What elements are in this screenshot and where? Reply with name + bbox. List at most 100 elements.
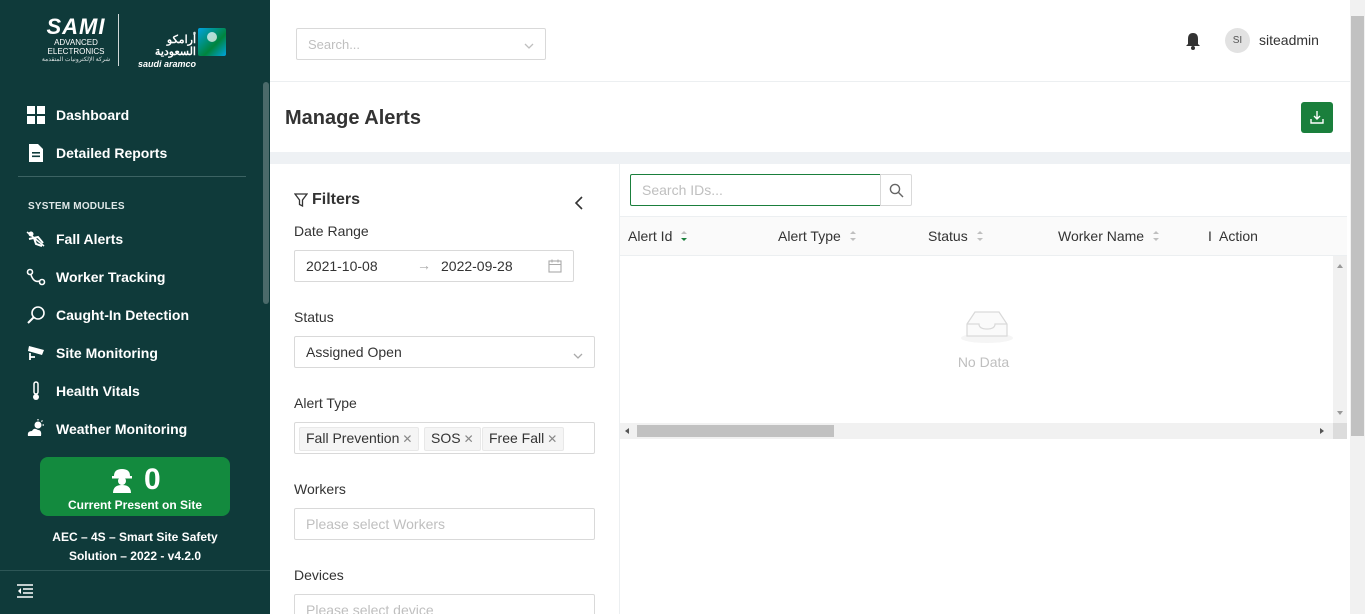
nav-detailed-reports-label: Detailed Reports <box>56 145 168 161</box>
sort-icon <box>849 229 857 243</box>
page-scrollbar-thumb[interactable] <box>1351 16 1364 436</box>
status-label: Status <box>294 309 334 325</box>
scrollbar-thumb[interactable] <box>637 425 834 437</box>
sami-logo: SAMI ADVANCED ELECTRONICS شركة الإلكترون… <box>40 16 112 66</box>
status-select[interactable]: Assigned Open <box>294 336 595 368</box>
username[interactable]: siteadmin <box>1259 32 1319 48</box>
column-label: Alert Id <box>628 228 673 244</box>
alert-type-tag-label: Free Fall <box>489 430 545 446</box>
system-modules-heading: SYSTEM MODULES <box>28 201 125 212</box>
aramco-logo-text: أرامكو السعودية saudi aramco <box>124 34 196 70</box>
present-count: 0 <box>144 463 161 496</box>
column-truncated[interactable]: I <box>1208 228 1212 244</box>
close-icon[interactable]: ✕ <box>547 432 557 446</box>
id-search-input[interactable]: Search IDs... <box>630 174 881 206</box>
nav-health-vitals[interactable]: Health Vitals <box>26 379 140 403</box>
logo-divider <box>118 14 119 66</box>
sidebar-footer <box>0 570 270 614</box>
nav-dashboard-label: Dashboard <box>56 107 130 123</box>
sami-logo-sub1: ADVANCED <box>54 38 98 47</box>
id-search-button[interactable] <box>880 174 912 206</box>
aramco-emblem-icon <box>198 28 226 56</box>
present-label: Current Present on Site <box>67 498 203 512</box>
version-line1: AEC – 4S – Smart Site Safety <box>52 530 218 544</box>
search-icon <box>889 183 904 198</box>
sort-icon <box>680 229 688 243</box>
column-worker-name[interactable]: Worker Name <box>1058 228 1160 244</box>
date-range-picker[interactable]: 2021-10-08 → 2022-09-28 <box>294 250 574 282</box>
page-header: Manage Alerts <box>270 83 1350 152</box>
section-separator <box>270 152 1350 164</box>
sami-logo-text: SAMI <box>46 14 106 39</box>
table-vertical-scrollbar[interactable] <box>1333 256 1347 423</box>
thermometer-icon <box>26 381 46 401</box>
global-search-select[interactable]: Search... <box>296 28 546 60</box>
nav-fall-alerts[interactable]: Fall Alerts <box>26 227 123 251</box>
nav-dashboard[interactable]: Dashboard <box>26 103 129 127</box>
top-header: Search... SI siteadmin <box>270 0 1350 82</box>
column-label: Action <box>1219 228 1258 244</box>
status-value: Assigned Open <box>306 344 402 360</box>
sidebar-scrollbar[interactable] <box>263 82 269 304</box>
sort-icon <box>1152 229 1160 243</box>
workers-placeholder: Please select Workers <box>306 516 446 532</box>
alert-type-tag-label: Fall Prevention <box>306 430 400 446</box>
alert-type-tag-label: SOS <box>431 430 461 446</box>
close-icon[interactable]: ✕ <box>464 432 474 446</box>
column-label: Status <box>928 228 968 244</box>
empty-inbox-icon <box>959 304 1015 344</box>
global-search-placeholder: Search... <box>308 37 361 52</box>
calendar-icon <box>548 259 562 273</box>
aramco-arabic: أرامكو السعودية <box>154 34 196 58</box>
page-title: Manage Alerts <box>285 107 421 129</box>
alert-type-multiselect[interactable]: Fall Prevention ✕ SOS ✕ Free Fall ✕ <box>294 422 595 454</box>
menu-collapse-icon[interactable] <box>16 583 34 599</box>
date-to-value[interactable]: 2022-09-28 <box>441 258 513 274</box>
close-icon[interactable]: ✕ <box>402 432 412 446</box>
filters-title-text: Filters <box>312 191 361 208</box>
alert-type-tag: SOS ✕ <box>424 427 481 451</box>
worker-helmet-icon <box>110 467 134 493</box>
nav-caught-in-detection[interactable]: Caught-In Detection <box>26 303 189 327</box>
aramco-english: saudi aramco <box>137 59 196 69</box>
sort-icon <box>976 229 984 243</box>
column-alert-id[interactable]: Alert Id <box>628 228 688 244</box>
filters-title: Filters <box>294 191 360 209</box>
column-label: I <box>1208 228 1212 244</box>
filters-panel: Filters Date Range 2021-10-08 → 2022-09-… <box>270 164 620 614</box>
page-scrollbar[interactable] <box>1350 0 1365 614</box>
column-label: Worker Name <box>1058 228 1145 244</box>
nav-worker-tracking[interactable]: Worker Tracking <box>26 265 165 289</box>
date-from-value[interactable]: 2021-10-08 <box>306 258 378 274</box>
download-button[interactable] <box>1301 102 1333 133</box>
devices-label: Devices <box>294 567 344 583</box>
alert-type-label: Alert Type <box>294 395 357 411</box>
cctv-camera-icon <box>26 343 46 363</box>
chevron-down-icon <box>573 348 583 359</box>
nav-site-monitoring[interactable]: Site Monitoring <box>26 341 158 365</box>
nav-caught-in-detection-label: Caught-In Detection <box>56 307 189 323</box>
nav-health-vitals-label: Health Vitals <box>56 383 140 399</box>
alert-type-tag: Fall Prevention ✕ <box>299 427 420 451</box>
devices-select[interactable]: Please select device <box>294 594 595 614</box>
nav-detailed-reports[interactable]: Detailed Reports <box>26 141 167 165</box>
sami-logo-arabic: شركة الإلكترونيات المتقدمة <box>41 57 111 63</box>
collapse-filters-chevron-left-icon[interactable] <box>572 195 586 211</box>
workers-select[interactable]: Please select Workers <box>294 508 595 540</box>
column-alert-type[interactable]: Alert Type <box>778 228 857 244</box>
weather-icon <box>26 419 46 439</box>
avatar[interactable]: SI <box>1225 28 1250 53</box>
nav-weather-monitoring[interactable]: Weather Monitoring <box>26 417 187 441</box>
table-header: Alert Id Alert Type Status Worker Name I… <box>620 216 1347 256</box>
notification-bell-icon[interactable] <box>1184 31 1202 51</box>
sidebar: SAMI ADVANCED ELECTRONICS شركة الإلكترون… <box>0 0 270 614</box>
column-status[interactable]: Status <box>928 228 984 244</box>
table-horizontal-scrollbar[interactable] <box>620 423 1333 439</box>
dashboard-grid-icon <box>26 105 46 125</box>
nav-worker-tracking-label: Worker Tracking <box>56 269 166 285</box>
alert-type-tag: Free Fall ✕ <box>482 427 565 451</box>
scrollbar-corner <box>1333 423 1347 439</box>
present-on-site-card: 0 Current Present on Site <box>40 457 230 516</box>
column-label: Alert Type <box>778 228 841 244</box>
nav-fall-alerts-label: Fall Alerts <box>56 231 124 247</box>
